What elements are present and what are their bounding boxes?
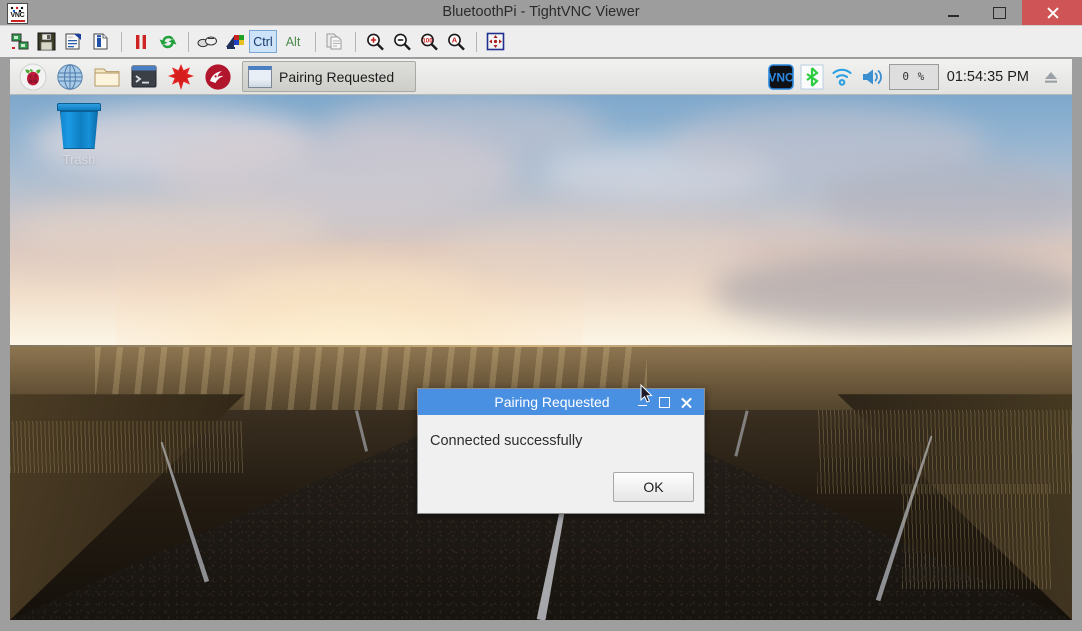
vnc-toolbar: Ctrl Alt 100 A	[0, 25, 1082, 58]
connection-info-icon[interactable]	[88, 29, 113, 54]
window-titlebar: VNC BluetoothPi - TightVNC Viewer	[0, 0, 1082, 25]
remote-desktop: Trash Pairing Requested Connected succes…	[10, 95, 1072, 620]
dialog-maximize-button[interactable]	[655, 392, 674, 412]
refresh-screen-icon[interactable]	[155, 29, 180, 54]
bluetooth-icon[interactable]	[800, 64, 824, 90]
svg-text:VNC: VNC	[768, 70, 794, 84]
web-browser-icon[interactable]	[51, 60, 88, 93]
desktop-icon-label: Trash	[62, 152, 96, 167]
svg-text:A: A	[451, 35, 457, 44]
save-session-icon[interactable]	[34, 29, 59, 54]
connection-options-icon[interactable]	[61, 29, 86, 54]
alt-key-toggle[interactable]: Alt	[280, 31, 306, 52]
vnc-server-icon[interactable]: VNC	[767, 63, 794, 90]
send-ctrl-alt-del-icon[interactable]	[195, 29, 220, 54]
toolbar-separator	[188, 31, 189, 52]
ctrl-key-toggle[interactable]: Ctrl	[249, 30, 277, 53]
close-button[interactable]	[1022, 0, 1082, 25]
wolfram-icon[interactable]	[199, 60, 236, 93]
terminal-icon[interactable]	[125, 60, 162, 93]
dialog-title: Pairing Requested	[494, 394, 610, 410]
taskbar-clock[interactable]: 01:54:35 PM	[939, 69, 1037, 85]
task-button-label: Pairing Requested	[279, 68, 395, 85]
taskbar-window-list: Pairing Requested	[242, 61, 416, 92]
volume-icon[interactable]	[860, 66, 886, 88]
desktop-icon-trash[interactable]: Trash	[43, 103, 115, 167]
raspberry-menu-icon[interactable]	[14, 60, 51, 93]
zoom-out-icon[interactable]	[389, 29, 414, 54]
zoom-in-icon[interactable]	[362, 29, 387, 54]
toolbar-separator	[121, 31, 122, 52]
dialog-window-controls	[630, 392, 704, 412]
file-manager-icon[interactable]	[88, 60, 125, 93]
zoom-auto-icon[interactable]: A	[443, 29, 468, 54]
zoom-100-icon[interactable]: 100	[416, 29, 441, 54]
trash-icon	[57, 103, 101, 111]
dialog-minimize-button[interactable]	[633, 392, 652, 412]
toolbar-separator	[315, 31, 316, 52]
window-thumb-icon	[248, 65, 272, 88]
pairing-requested-dialog: Pairing Requested Connected successfully…	[417, 388, 705, 514]
system-tray: VNC 0 % 01:54:35 PM	[765, 63, 1072, 90]
window-title: BluetoothPi - TightVNC Viewer	[442, 4, 640, 20]
full-screen-icon[interactable]	[483, 29, 508, 54]
wifi-icon[interactable]	[830, 66, 854, 88]
svg-text:100: 100	[422, 37, 433, 44]
dialog-ok-button[interactable]: OK	[613, 472, 694, 502]
toolbar-separator	[476, 31, 477, 52]
transfer-files-icon[interactable]	[322, 29, 347, 54]
minimize-button[interactable]	[930, 0, 976, 25]
pi-taskbar: Pairing Requested VNC 0 % 01:54:35 PM	[10, 59, 1072, 95]
dialog-titlebar: Pairing Requested	[418, 389, 704, 415]
new-connection-icon[interactable]	[7, 29, 32, 54]
task-button-pairing-requested[interactable]: Pairing Requested	[242, 61, 416, 92]
mathematica-icon[interactable]	[162, 60, 199, 93]
window-controls	[930, 0, 1082, 25]
dialog-close-button[interactable]	[677, 392, 696, 412]
vnc-viewer-window: VNC BluetoothPi - TightVNC Viewer Ctrl A…	[0, 0, 1082, 631]
send-ctrl-esc-icon[interactable]	[222, 29, 247, 54]
dialog-message: Connected successfully	[430, 433, 583, 449]
taskbar-launchers	[10, 60, 236, 93]
maximize-button[interactable]	[976, 0, 1022, 25]
trash-body-icon	[60, 111, 98, 149]
cpu-usage-meter[interactable]: 0 %	[888, 63, 939, 90]
toolbar-separator	[355, 31, 356, 52]
pause-updates-icon[interactable]	[128, 29, 153, 54]
eject-icon[interactable]	[1040, 67, 1062, 87]
